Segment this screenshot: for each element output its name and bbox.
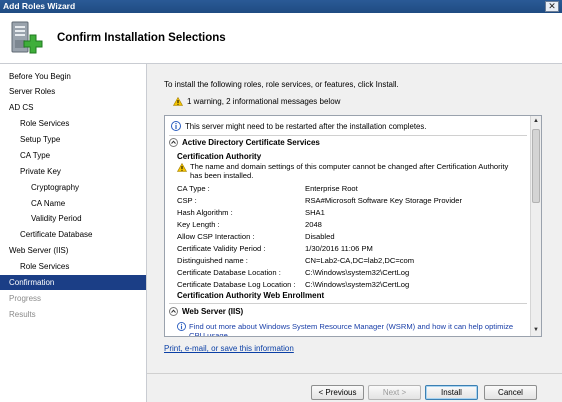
sidebar-item-cryptography[interactable]: Cryptography bbox=[0, 180, 146, 195]
chevron-up-icon[interactable] bbox=[169, 138, 178, 147]
close-button[interactable]: ✕ bbox=[545, 1, 559, 12]
sidebar-item-iis-role-services[interactable]: Role Services bbox=[0, 259, 146, 274]
sidebar-item-setup-type[interactable]: Setup Type bbox=[0, 132, 146, 147]
web-server-section-title: Web Server (IIS) bbox=[182, 307, 244, 316]
previous-button[interactable]: < Previous bbox=[311, 385, 364, 400]
wizard-steps-sidebar: Before You Begin Server Roles AD CS Role… bbox=[0, 64, 147, 402]
setting-value: C:\Windows\system32\CertLog bbox=[305, 268, 410, 277]
sidebar-item-private-key[interactable]: Private Key bbox=[0, 164, 146, 179]
web-enrollment-subheader: Certification Authority Web Enrollment bbox=[177, 291, 325, 300]
divider bbox=[169, 135, 527, 136]
adcs-section-header[interactable]: Active Directory Certificate Services bbox=[169, 138, 320, 147]
message-summary: 1 warning, 2 informational messages belo… bbox=[172, 96, 341, 106]
scroll-thumb[interactable] bbox=[532, 129, 540, 203]
setting-key: Distinguished name : bbox=[177, 256, 248, 265]
setting-value: 1/30/2016 11:06 PM bbox=[305, 244, 373, 253]
sidebar-item-ca-type[interactable]: CA Type bbox=[0, 148, 146, 163]
setting-key: Certificate Database Log Location : bbox=[177, 280, 296, 289]
wsrm-info-row[interactable]: Find out more about Windows System Resou… bbox=[177, 322, 522, 336]
sidebar-item-role-services[interactable]: Role Services bbox=[0, 116, 146, 131]
sidebar-item-ad-cs[interactable]: AD CS bbox=[0, 100, 146, 115]
main-content: To install the following roles, role ser… bbox=[147, 64, 562, 402]
sidebar-item-before-you-begin[interactable]: Before You Begin bbox=[0, 69, 146, 84]
page-title: Confirm Installation Selections bbox=[57, 32, 226, 44]
setting-value: C:\Windows\system32\CertLog bbox=[305, 280, 410, 289]
window-title: Add Roles Wizard bbox=[3, 1, 76, 11]
print-email-save-link[interactable]: Print, e-mail, or save this information bbox=[164, 344, 294, 353]
info-icon bbox=[171, 121, 181, 131]
sidebar-item-confirmation[interactable]: Confirmation bbox=[0, 275, 146, 290]
ca-warning-text: The name and domain settings of this com… bbox=[190, 162, 509, 180]
server-add-icon bbox=[11, 21, 43, 54]
restart-info-row: This server might need to be restarted a… bbox=[171, 121, 526, 133]
message-summary-text: 1 warning, 2 informational messages belo… bbox=[187, 97, 341, 106]
sidebar-item-results: Results bbox=[9, 310, 36, 319]
chevron-up-icon[interactable] bbox=[169, 307, 178, 316]
cancel-button[interactable]: Cancel bbox=[484, 385, 537, 400]
setting-value: 2048 bbox=[305, 220, 322, 229]
scroll-up-icon[interactable]: ▲ bbox=[531, 116, 541, 127]
sidebar-item-validity-period[interactable]: Validity Period bbox=[0, 211, 146, 226]
warning-icon bbox=[172, 96, 184, 106]
next-button: Next > bbox=[368, 385, 421, 400]
setting-value: CN=Lab2-CA,DC=lab2,DC=com bbox=[305, 256, 415, 265]
warning-icon bbox=[177, 163, 187, 172]
scroll-down-icon[interactable]: ▼ bbox=[531, 325, 541, 336]
adcs-section-title: Active Directory Certificate Services bbox=[182, 138, 320, 147]
setting-key: Hash Algorithm : bbox=[177, 208, 233, 217]
sidebar-item-web-server-iis[interactable]: Web Server (IIS) bbox=[0, 243, 146, 258]
restart-info-text: This server might need to be restarted a… bbox=[185, 122, 427, 131]
install-button[interactable]: Install bbox=[425, 385, 478, 400]
setting-key: Key Length : bbox=[177, 220, 220, 229]
sidebar-item-server-roles[interactable]: Server Roles bbox=[0, 84, 146, 99]
setting-value: SHA1 bbox=[305, 208, 325, 217]
web-server-section-header[interactable]: Web Server (IIS) bbox=[169, 307, 243, 316]
setting-key: Allow CSP Interaction : bbox=[177, 232, 255, 241]
setting-value: Disabled bbox=[305, 232, 335, 241]
setting-key: Certificate Validity Period : bbox=[177, 244, 266, 253]
sidebar-item-ca-name[interactable]: CA Name bbox=[0, 196, 146, 211]
setting-key: CA Type : bbox=[177, 184, 210, 193]
sidebar-item-certificate-database[interactable]: Certificate Database bbox=[0, 227, 146, 242]
setting-value: RSA#Microsoft Software Key Storage Provi… bbox=[305, 196, 463, 205]
divider bbox=[169, 303, 527, 304]
info-icon bbox=[177, 322, 186, 331]
selections-listbox[interactable]: This server might need to be restarted a… bbox=[164, 115, 542, 337]
close-icon: ✕ bbox=[548, 1, 556, 11]
ca-subheader: Certification Authority bbox=[177, 152, 262, 161]
listbox-scrollbar[interactable]: ▲ ▼ bbox=[530, 116, 541, 336]
setting-key: CSP : bbox=[177, 196, 197, 205]
footer-divider bbox=[147, 373, 562, 374]
wsrm-link[interactable]: Find out more about Windows System Resou… bbox=[189, 322, 513, 336]
selections-list-content: This server might need to be restarted a… bbox=[165, 116, 531, 336]
ca-warning: The name and domain settings of this com… bbox=[177, 162, 522, 180]
setting-value: Enterprise Root bbox=[305, 184, 358, 193]
wizard-header: Confirm Installation Selections bbox=[0, 13, 562, 64]
intro-text: To install the following roles, role ser… bbox=[164, 80, 399, 89]
sidebar-item-progress: Progress bbox=[9, 294, 42, 303]
window-titlebar: Add Roles Wizard ✕ bbox=[0, 0, 562, 13]
setting-key: Certificate Database Location : bbox=[177, 268, 281, 277]
